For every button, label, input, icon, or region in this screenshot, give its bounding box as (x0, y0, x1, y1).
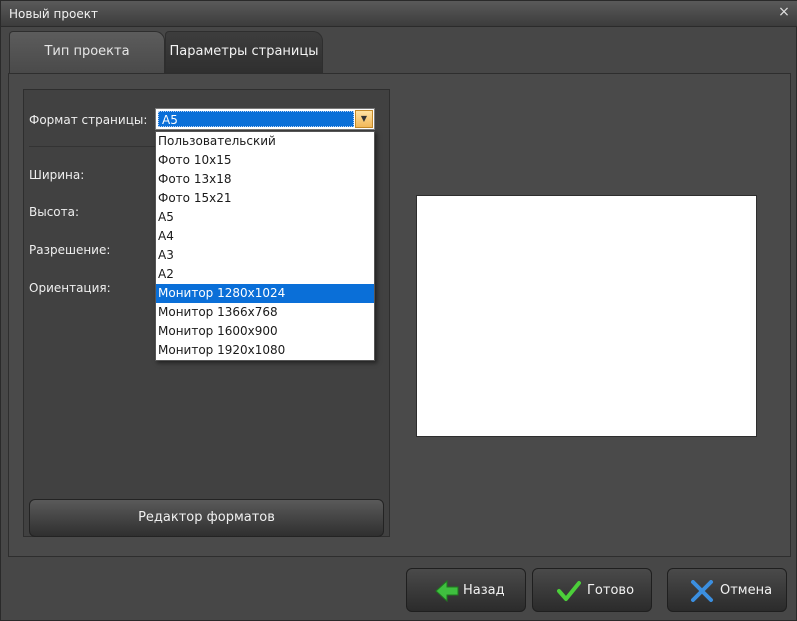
window-title: Новый проект (9, 7, 98, 21)
page-format-select[interactable]: A5 ▼ (155, 108, 375, 130)
width-label: Ширина: (29, 168, 85, 182)
chevron-down-icon[interactable]: ▼ (355, 110, 373, 128)
format-editor-button[interactable]: Редактор форматов (29, 499, 384, 537)
done-button[interactable]: Готово (532, 568, 652, 612)
close-icon[interactable]: × (776, 4, 792, 20)
format-option-custom[interactable]: Пользовательский (156, 132, 374, 151)
format-option-monitor-1920x1080[interactable]: Монитор 1920x1080 (156, 341, 374, 360)
format-option-monitor-1600x900[interactable]: Монитор 1600x900 (156, 322, 374, 341)
height-label: Высота: (29, 205, 80, 219)
format-option-a4[interactable]: A4 (156, 227, 374, 246)
format-option-monitor-1280x1024[interactable]: Монитор 1280x1024 (156, 284, 374, 303)
format-option-photo-10x15[interactable]: Фото 10x15 (156, 151, 374, 170)
cancel-button[interactable]: Отмена (667, 568, 787, 612)
page-preview (416, 195, 757, 437)
page-format-label: Формат страницы: (29, 113, 148, 127)
tab-page-parameters[interactable]: Параметры страницы (165, 31, 323, 73)
orientation-label: Ориентация: (29, 281, 111, 295)
format-option-photo-15x21[interactable]: Фото 15x21 (156, 189, 374, 208)
x-icon (691, 580, 713, 602)
cancel-button-label: Отмена (720, 583, 773, 598)
checkmark-icon (557, 581, 581, 601)
format-option-a3[interactable]: A3 (156, 246, 374, 265)
format-option-monitor-1366x768[interactable]: Монитор 1366x768 (156, 303, 374, 322)
title-bar: Новый проект × (1, 1, 797, 27)
back-button[interactable]: Назад (406, 568, 526, 612)
page-format-selected-value: A5 (158, 111, 354, 127)
new-project-dialog: Новый проект × Тип проекта Параметры стр… (0, 0, 797, 621)
back-button-label: Назад (463, 583, 505, 598)
arrow-left-icon (435, 580, 459, 602)
format-option-a2[interactable]: A2 (156, 265, 374, 284)
tab-project-type[interactable]: Тип проекта (9, 31, 165, 73)
done-button-label: Готово (587, 583, 635, 598)
page-format-dropdown-list: Пользовательский Фото 10x15 Фото 13x18 Ф… (155, 131, 375, 361)
resolution-label: Разрешение: (29, 243, 111, 257)
format-option-photo-13x18[interactable]: Фото 13x18 (156, 170, 374, 189)
format-option-a5[interactable]: A5 (156, 208, 374, 227)
